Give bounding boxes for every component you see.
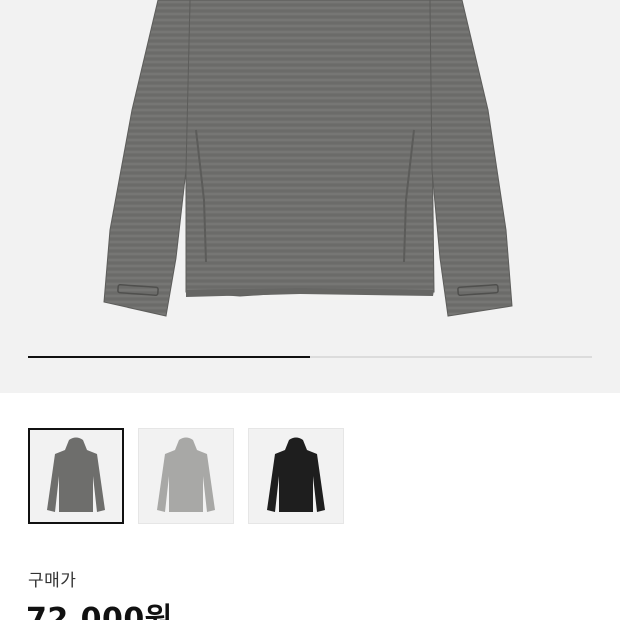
price-value: 72,000원 [26, 602, 173, 620]
carousel-progress-bar [28, 356, 592, 358]
thumbnail-light-gray[interactable] [138, 428, 234, 524]
price-label: 구매가 [28, 571, 77, 591]
product-main-image [103, 0, 513, 317]
thumbnail-black[interactable] [248, 428, 344, 524]
carousel-progress-fill [28, 356, 310, 358]
hoodie-black-icon [267, 437, 325, 512]
hoodie-charcoal-icon [47, 437, 105, 512]
product-image-carousel[interactable] [0, 0, 620, 393]
thumbnail-list [28, 428, 344, 524]
thumbnail-charcoal[interactable] [28, 428, 124, 524]
hoodie-light-gray-icon [157, 437, 215, 512]
